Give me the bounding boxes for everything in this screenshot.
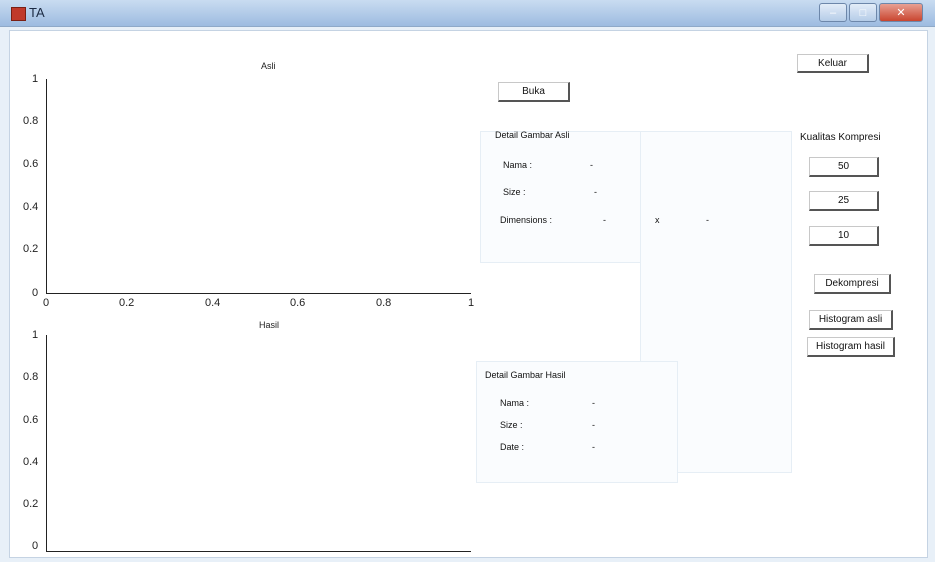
axes-top-xtick: 0.8 bbox=[376, 297, 392, 309]
quality-50-button[interactable]: 50 bbox=[809, 157, 879, 177]
detail-hasil-nama-label: Nama : bbox=[500, 398, 530, 408]
minimize-button[interactable]: – bbox=[819, 3, 847, 22]
keluar-button[interactable]: Keluar bbox=[797, 54, 869, 73]
buka-button[interactable]: Buka bbox=[498, 82, 570, 102]
detail-asli-size-label: Size : bbox=[503, 187, 526, 197]
detail-hasil-date-value: - bbox=[592, 442, 595, 452]
kualitas-label: Kualitas Kompresi bbox=[800, 132, 881, 143]
axes-bottom-ytick: 0.6 bbox=[23, 414, 39, 426]
axes-bottom-x-axis bbox=[46, 551, 471, 552]
axes-bottom-title: Hasil bbox=[259, 320, 280, 330]
histogram-hasil-button[interactable]: Histogram hasil bbox=[807, 337, 895, 357]
axes-top-ytick: 0.8 bbox=[23, 115, 39, 127]
figure-area: Asli 1 0.8 0.6 0.4 0.2 0 0 0.2 0.4 0.6 0… bbox=[9, 30, 928, 558]
app-window: TA – □ ✕ Asli 1 0.8 0.6 0.4 0.2 0 0 0.2 … bbox=[0, 0, 935, 562]
detail-asli-size-value: - bbox=[594, 187, 597, 197]
axes-bottom-ytick: 0.2 bbox=[23, 498, 39, 510]
axes-top-y-axis bbox=[46, 79, 47, 294]
axes-top-ytick: 0.6 bbox=[23, 158, 39, 170]
axes-bottom-y-axis bbox=[46, 335, 47, 552]
axes-bottom-ytick: 0 bbox=[32, 540, 39, 552]
histogram-asli-button[interactable]: Histogram asli bbox=[809, 310, 893, 330]
detail-asli-heading: Detail Gambar Asli bbox=[495, 130, 570, 140]
maximize-icon: □ bbox=[859, 6, 867, 19]
window-controls: – □ ✕ bbox=[817, 3, 923, 22]
maximize-button[interactable]: □ bbox=[849, 3, 877, 22]
detail-asli-dimensions-height: - bbox=[706, 215, 709, 225]
detail-asli-nama-value: - bbox=[590, 160, 593, 170]
detail-panel-bg bbox=[480, 131, 644, 263]
minimize-icon: – bbox=[829, 6, 837, 19]
quality-10-button[interactable]: 10 bbox=[809, 226, 879, 246]
axes-top-ytick: 0.2 bbox=[23, 243, 39, 255]
close-button[interactable]: ✕ bbox=[879, 3, 923, 22]
detail-hasil-size-value: - bbox=[592, 420, 595, 430]
window-title: TA bbox=[29, 5, 45, 20]
axes-top-ytick: 1 bbox=[32, 73, 39, 85]
detail-hasil-size-label: Size : bbox=[500, 420, 523, 430]
axes-top-ytick: 0.4 bbox=[23, 201, 39, 213]
matlab-figure-icon bbox=[11, 7, 26, 21]
detail-asli-dimensions-label: Dimensions : bbox=[500, 215, 553, 225]
axes-top-ytick: 0 bbox=[32, 287, 39, 299]
axes-top-title: Asli bbox=[261, 61, 276, 71]
axes-bottom-ytick: 1 bbox=[32, 329, 39, 341]
axes-bottom-ytick: 0.4 bbox=[23, 456, 39, 468]
title-bar: TA – □ ✕ bbox=[0, 0, 935, 27]
detail-hasil-heading: Detail Gambar Hasil bbox=[485, 370, 566, 380]
quality-25-button[interactable]: 25 bbox=[809, 191, 879, 211]
close-icon: ✕ bbox=[896, 7, 906, 19]
axes-top-xtick: 0.6 bbox=[290, 297, 306, 309]
detail-asli-dimensions-separator: x bbox=[655, 215, 660, 225]
axes-top-x-axis bbox=[46, 293, 471, 294]
detail-asli-nama-label: Nama : bbox=[503, 160, 533, 170]
detail-hasil-date-label: Date : bbox=[500, 442, 525, 452]
axes-top-xtick: 0 bbox=[43, 297, 50, 309]
axes-top-xtick: 0.4 bbox=[205, 297, 221, 309]
detail-asli-dimensions-width: - bbox=[603, 215, 606, 225]
axes-bottom-ytick: 0.8 bbox=[23, 371, 39, 383]
dekompresi-button[interactable]: Dekompresi bbox=[814, 274, 891, 294]
axes-top-xtick: 0.2 bbox=[119, 297, 135, 309]
detail-hasil-nama-value: - bbox=[592, 398, 595, 408]
axes-top-xtick: 1 bbox=[468, 297, 475, 309]
